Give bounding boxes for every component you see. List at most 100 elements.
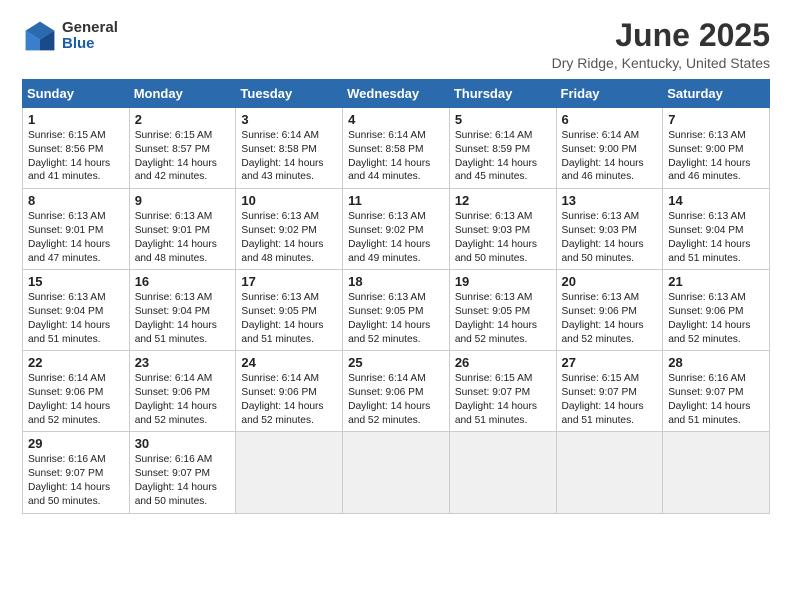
- cell-line: Sunrise: 6:13 AM: [28, 210, 124, 224]
- cell-line: Daylight: 14 hours: [28, 238, 124, 252]
- logo: General Blue: [22, 18, 118, 54]
- table-cell: 19Sunrise: 6:13 AMSunset: 9:05 PMDayligh…: [449, 270, 556, 351]
- day-number: 3: [241, 112, 337, 127]
- cell-line: and 50 minutes.: [28, 495, 124, 509]
- cell-line: Daylight: 14 hours: [562, 400, 658, 414]
- table-cell: 15Sunrise: 6:13 AMSunset: 9:04 PMDayligh…: [23, 270, 130, 351]
- table-cell: 7Sunrise: 6:13 AMSunset: 9:00 PMDaylight…: [663, 108, 770, 189]
- cell-line: Sunset: 9:06 PM: [562, 305, 658, 319]
- cell-line: and 45 minutes.: [455, 170, 551, 184]
- cell-line: and 41 minutes.: [28, 170, 124, 184]
- cell-line: and 50 minutes.: [135, 495, 231, 509]
- table-cell: 26Sunrise: 6:15 AMSunset: 9:07 PMDayligh…: [449, 351, 556, 432]
- table-cell: 21Sunrise: 6:13 AMSunset: 9:06 PMDayligh…: [663, 270, 770, 351]
- cell-line: Sunrise: 6:14 AM: [348, 129, 444, 143]
- cell-line: Sunset: 8:58 PM: [348, 143, 444, 157]
- table-cell: [556, 432, 663, 513]
- cell-line: Sunset: 8:58 PM: [241, 143, 337, 157]
- cell-line: Daylight: 14 hours: [668, 157, 764, 171]
- table-cell: 28Sunrise: 6:16 AMSunset: 9:07 PMDayligh…: [663, 351, 770, 432]
- day-number: 20: [562, 274, 658, 289]
- cell-line: and 44 minutes.: [348, 170, 444, 184]
- cell-line: and 51 minutes.: [668, 414, 764, 428]
- day-number: 4: [348, 112, 444, 127]
- table-cell: 3Sunrise: 6:14 AMSunset: 8:58 PMDaylight…: [236, 108, 343, 189]
- cell-line: Sunset: 9:07 PM: [668, 386, 764, 400]
- cell-line: and 52 minutes.: [668, 333, 764, 347]
- cell-line: Daylight: 14 hours: [455, 319, 551, 333]
- cell-line: Sunrise: 6:15 AM: [455, 372, 551, 386]
- day-number: 12: [455, 193, 551, 208]
- cell-line: Daylight: 14 hours: [135, 238, 231, 252]
- cell-line: Daylight: 14 hours: [348, 319, 444, 333]
- day-number: 10: [241, 193, 337, 208]
- cell-line: Sunset: 9:05 PM: [241, 305, 337, 319]
- cell-line: and 49 minutes.: [348, 252, 444, 266]
- table-cell: 22Sunrise: 6:14 AMSunset: 9:06 PMDayligh…: [23, 351, 130, 432]
- table-cell: [663, 432, 770, 513]
- logo-text: General Blue: [62, 20, 118, 53]
- page: General Blue June 2025 Dry Ridge, Kentuc…: [0, 0, 792, 612]
- table-cell: 4Sunrise: 6:14 AMSunset: 8:58 PMDaylight…: [343, 108, 450, 189]
- table-cell: 16Sunrise: 6:13 AMSunset: 9:04 PMDayligh…: [129, 270, 236, 351]
- cell-line: and 52 minutes.: [348, 333, 444, 347]
- cell-line: and 50 minutes.: [455, 252, 551, 266]
- day-number: 5: [455, 112, 551, 127]
- table-cell: [343, 432, 450, 513]
- cell-line: Daylight: 14 hours: [668, 238, 764, 252]
- cell-line: Sunrise: 6:13 AM: [562, 291, 658, 305]
- cell-line: Sunset: 8:57 PM: [135, 143, 231, 157]
- cell-line: Sunset: 9:07 PM: [455, 386, 551, 400]
- cell-line: Daylight: 14 hours: [28, 481, 124, 495]
- day-number: 28: [668, 355, 764, 370]
- cell-line: Sunset: 8:59 PM: [455, 143, 551, 157]
- cell-line: Sunrise: 6:13 AM: [241, 291, 337, 305]
- cell-line: Sunrise: 6:13 AM: [241, 210, 337, 224]
- day-number: 19: [455, 274, 551, 289]
- table-cell: [449, 432, 556, 513]
- cell-line: Daylight: 14 hours: [135, 319, 231, 333]
- day-number: 1: [28, 112, 124, 127]
- cell-line: Daylight: 14 hours: [28, 400, 124, 414]
- cell-line: Daylight: 14 hours: [668, 319, 764, 333]
- cell-line: Sunset: 9:06 PM: [348, 386, 444, 400]
- day-number: 13: [562, 193, 658, 208]
- cell-line: Sunrise: 6:13 AM: [348, 210, 444, 224]
- day-number: 24: [241, 355, 337, 370]
- cell-line: and 52 minutes.: [241, 414, 337, 428]
- header: General Blue June 2025 Dry Ridge, Kentuc…: [22, 18, 770, 71]
- title-block: June 2025 Dry Ridge, Kentucky, United St…: [552, 18, 770, 71]
- table-cell: 25Sunrise: 6:14 AMSunset: 9:06 PMDayligh…: [343, 351, 450, 432]
- table-cell: 17Sunrise: 6:13 AMSunset: 9:05 PMDayligh…: [236, 270, 343, 351]
- cell-line: Sunset: 9:01 PM: [135, 224, 231, 238]
- day-number: 7: [668, 112, 764, 127]
- cell-line: Sunrise: 6:13 AM: [135, 291, 231, 305]
- cell-line: Sunrise: 6:14 AM: [241, 129, 337, 143]
- day-number: 15: [28, 274, 124, 289]
- cell-line: Sunset: 9:04 PM: [668, 224, 764, 238]
- day-number: 22: [28, 355, 124, 370]
- table-cell: 24Sunrise: 6:14 AMSunset: 9:06 PMDayligh…: [236, 351, 343, 432]
- table-cell: 8Sunrise: 6:13 AMSunset: 9:01 PMDaylight…: [23, 189, 130, 270]
- cell-line: Sunrise: 6:14 AM: [241, 372, 337, 386]
- day-number: 17: [241, 274, 337, 289]
- cell-line: Sunset: 9:06 PM: [28, 386, 124, 400]
- cell-line: and 52 minutes.: [135, 414, 231, 428]
- cell-line: and 50 minutes.: [562, 252, 658, 266]
- cell-line: Sunrise: 6:14 AM: [135, 372, 231, 386]
- cell-line: Sunset: 9:07 PM: [28, 467, 124, 481]
- cell-line: Daylight: 14 hours: [455, 400, 551, 414]
- cell-line: and 51 minutes.: [562, 414, 658, 428]
- calendar-week-row: 1Sunrise: 6:15 AMSunset: 8:56 PMDaylight…: [23, 108, 770, 189]
- table-cell: [236, 432, 343, 513]
- cell-line: Daylight: 14 hours: [135, 157, 231, 171]
- cell-line: Sunrise: 6:13 AM: [668, 210, 764, 224]
- table-cell: 10Sunrise: 6:13 AMSunset: 9:02 PMDayligh…: [236, 189, 343, 270]
- cell-line: and 51 minutes.: [455, 414, 551, 428]
- cell-line: Sunrise: 6:15 AM: [562, 372, 658, 386]
- cell-line: Sunrise: 6:14 AM: [348, 372, 444, 386]
- calendar-week-row: 22Sunrise: 6:14 AMSunset: 9:06 PMDayligh…: [23, 351, 770, 432]
- day-number: 23: [135, 355, 231, 370]
- cell-line: Sunset: 9:03 PM: [562, 224, 658, 238]
- cell-line: Sunrise: 6:13 AM: [562, 210, 658, 224]
